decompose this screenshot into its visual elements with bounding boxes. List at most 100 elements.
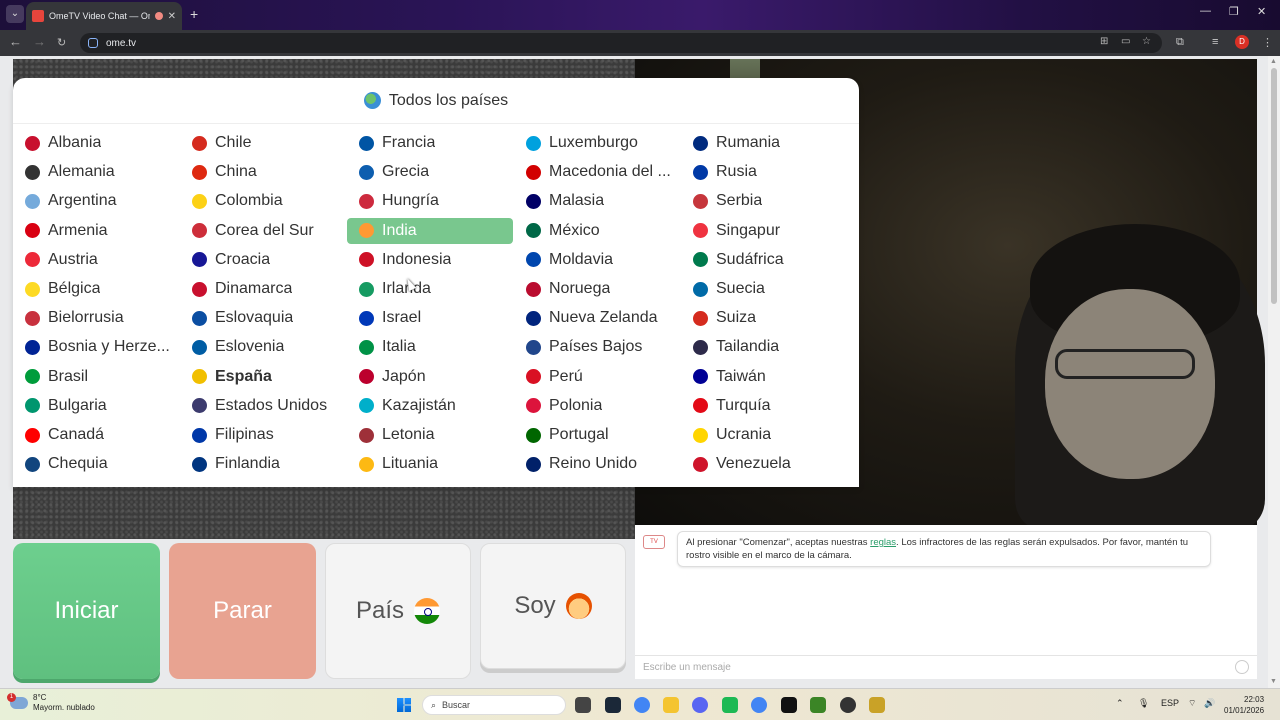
taskbar-clock[interactable]: 22:03 01/01/2026: [1224, 694, 1264, 716]
country-option[interactable]: Venezuela: [681, 451, 847, 477]
country-option[interactable]: Dinamarca: [180, 276, 346, 302]
stop-button[interactable]: Parar: [169, 543, 316, 679]
scroll-down-icon[interactable]: ▼: [1270, 678, 1277, 685]
app-green-icon[interactable]: [722, 697, 738, 713]
emoji-icon[interactable]: [1235, 660, 1249, 674]
country-option[interactable]: Rusia: [681, 159, 847, 185]
country-option[interactable]: Armenia: [13, 218, 179, 244]
scroll-thumb[interactable]: [1271, 68, 1277, 304]
country-option[interactable]: Nueva Zelanda: [514, 305, 680, 331]
country-option[interactable]: Portugal: [514, 422, 680, 448]
chrome-icon[interactable]: [634, 697, 650, 713]
country-option[interactable]: Chile: [180, 130, 346, 156]
profile-avatar[interactable]: D: [1235, 35, 1249, 49]
minecraft-icon[interactable]: [810, 697, 826, 713]
country-option[interactable]: Malasia: [514, 188, 680, 214]
scroll-up-icon[interactable]: ▲: [1270, 58, 1277, 65]
country-option[interactable]: Letonia: [347, 422, 513, 448]
country-option[interactable]: Luxemburgo: [514, 130, 680, 156]
tiktok-icon[interactable]: [781, 697, 797, 713]
forward-icon[interactable]: →: [33, 34, 46, 49]
tab-close-icon[interactable]: ✕: [168, 11, 176, 22]
country-option[interactable]: Serbia: [681, 188, 847, 214]
country-option[interactable]: Bulgaria: [13, 393, 179, 419]
tab-search-icon[interactable]: ⌄: [6, 5, 24, 23]
country-option[interactable]: Israel: [347, 305, 513, 331]
language-indicator[interactable]: ESP: [1161, 698, 1179, 708]
country-option[interactable]: Japón: [347, 364, 513, 390]
media-control-icon[interactable]: ≡: [1212, 36, 1218, 48]
country-option[interactable]: Austria: [13, 247, 179, 273]
country-option[interactable]: Alemania: [13, 159, 179, 185]
close-window-icon[interactable]: ✕: [1257, 5, 1266, 18]
tab-ometv[interactable]: OmeTV Video Chat — Ome ✕: [26, 2, 182, 30]
country-option[interactable]: Reino Unido: [514, 451, 680, 477]
country-option[interactable]: España: [180, 364, 346, 390]
browser-menu-icon[interactable]: ⋮: [1262, 36, 1273, 49]
country-option[interactable]: Irlanda: [347, 276, 513, 302]
file-explorer-icon[interactable]: [663, 697, 679, 713]
country-option[interactable]: Indonesia: [347, 247, 513, 273]
country-option[interactable]: Polonia: [514, 393, 680, 419]
country-option[interactable]: Suiza: [681, 305, 847, 331]
country-option[interactable]: Hungría: [347, 188, 513, 214]
start-button[interactable]: Iniciar: [13, 543, 160, 679]
maximize-icon[interactable]: ❐: [1229, 5, 1239, 18]
country-option[interactable]: India: [347, 217, 513, 244]
country-option[interactable]: Rumania: [681, 130, 847, 156]
country-option[interactable]: Colombia: [180, 188, 346, 214]
minimize-icon[interactable]: —: [1200, 5, 1211, 17]
country-option[interactable]: Eslovenia: [180, 334, 346, 360]
country-option[interactable]: Chequia: [13, 451, 179, 477]
country-option[interactable]: Bielorrusia: [13, 305, 179, 331]
country-option[interactable]: Argentina: [13, 188, 179, 214]
country-option[interactable]: China: [180, 159, 346, 185]
chrome-active-icon[interactable]: [751, 697, 767, 713]
weather-widget[interactable]: 1 8°C Mayorm. nublado: [7, 693, 95, 713]
translate-icon[interactable]: ⊞: [1100, 36, 1108, 47]
country-option[interactable]: Perú: [514, 364, 680, 390]
page-scrollbar[interactable]: ▲ ▼: [1268, 56, 1280, 688]
country-option[interactable]: Sudáfrica: [681, 247, 847, 273]
gender-button[interactable]: Soy: [480, 543, 626, 669]
message-input[interactable]: Escribe un mensaje: [635, 655, 1257, 679]
country-option[interactable]: Taiwán: [681, 364, 847, 390]
country-option[interactable]: México: [514, 218, 680, 244]
country-option[interactable]: Bélgica: [13, 276, 179, 302]
country-option[interactable]: Lituania: [347, 451, 513, 477]
wifi-icon[interactable]: ⌔: [1188, 698, 1196, 709]
task-view-icon[interactable]: [575, 697, 591, 713]
country-option[interactable]: Moldavia: [514, 247, 680, 273]
rules-link[interactable]: reglas: [870, 537, 896, 548]
country-button[interactable]: País: [325, 543, 471, 679]
windows-start-icon[interactable]: [397, 698, 411, 712]
country-option[interactable]: Croacia: [180, 247, 346, 273]
volume-icon[interactable]: 🔊: [1204, 698, 1215, 709]
country-option[interactable]: Francia: [347, 130, 513, 156]
country-option[interactable]: Suecia: [681, 276, 847, 302]
app-gold-icon[interactable]: [869, 697, 885, 713]
steam-icon[interactable]: [605, 697, 621, 713]
country-option[interactable]: Canadá: [13, 422, 179, 448]
country-option[interactable]: Kazajistán: [347, 393, 513, 419]
country-option[interactable]: Italia: [347, 334, 513, 360]
country-option[interactable]: Singapur: [681, 218, 847, 244]
country-option[interactable]: Turquía: [681, 393, 847, 419]
extensions-icon[interactable]: ⧉: [1176, 36, 1184, 49]
country-option[interactable]: Países Bajos: [514, 334, 680, 360]
discord-icon[interactable]: [692, 697, 708, 713]
tray-chevron-icon[interactable]: ⌃: [1116, 698, 1124, 709]
taskbar-search[interactable]: ⌕ Buscar: [422, 695, 566, 715]
country-option[interactable]: Corea del Sur: [180, 218, 346, 244]
country-option[interactable]: Tailandia: [681, 334, 847, 360]
reload-icon[interactable]: ↻: [57, 36, 66, 49]
country-option[interactable]: Macedonia del ...: [514, 159, 680, 185]
address-bar[interactable]: ome.tv: [80, 33, 1162, 53]
back-icon[interactable]: ←: [9, 34, 22, 49]
country-option[interactable]: Noruega: [514, 276, 680, 302]
country-option[interactable]: Finlandia: [180, 451, 346, 477]
country-option[interactable]: Bosnia y Herze...: [13, 334, 179, 360]
microphone-icon[interactable]: 🎙: [1138, 698, 1149, 709]
country-option[interactable]: Ucrania: [681, 422, 847, 448]
country-option[interactable]: Eslovaquia: [180, 305, 346, 331]
